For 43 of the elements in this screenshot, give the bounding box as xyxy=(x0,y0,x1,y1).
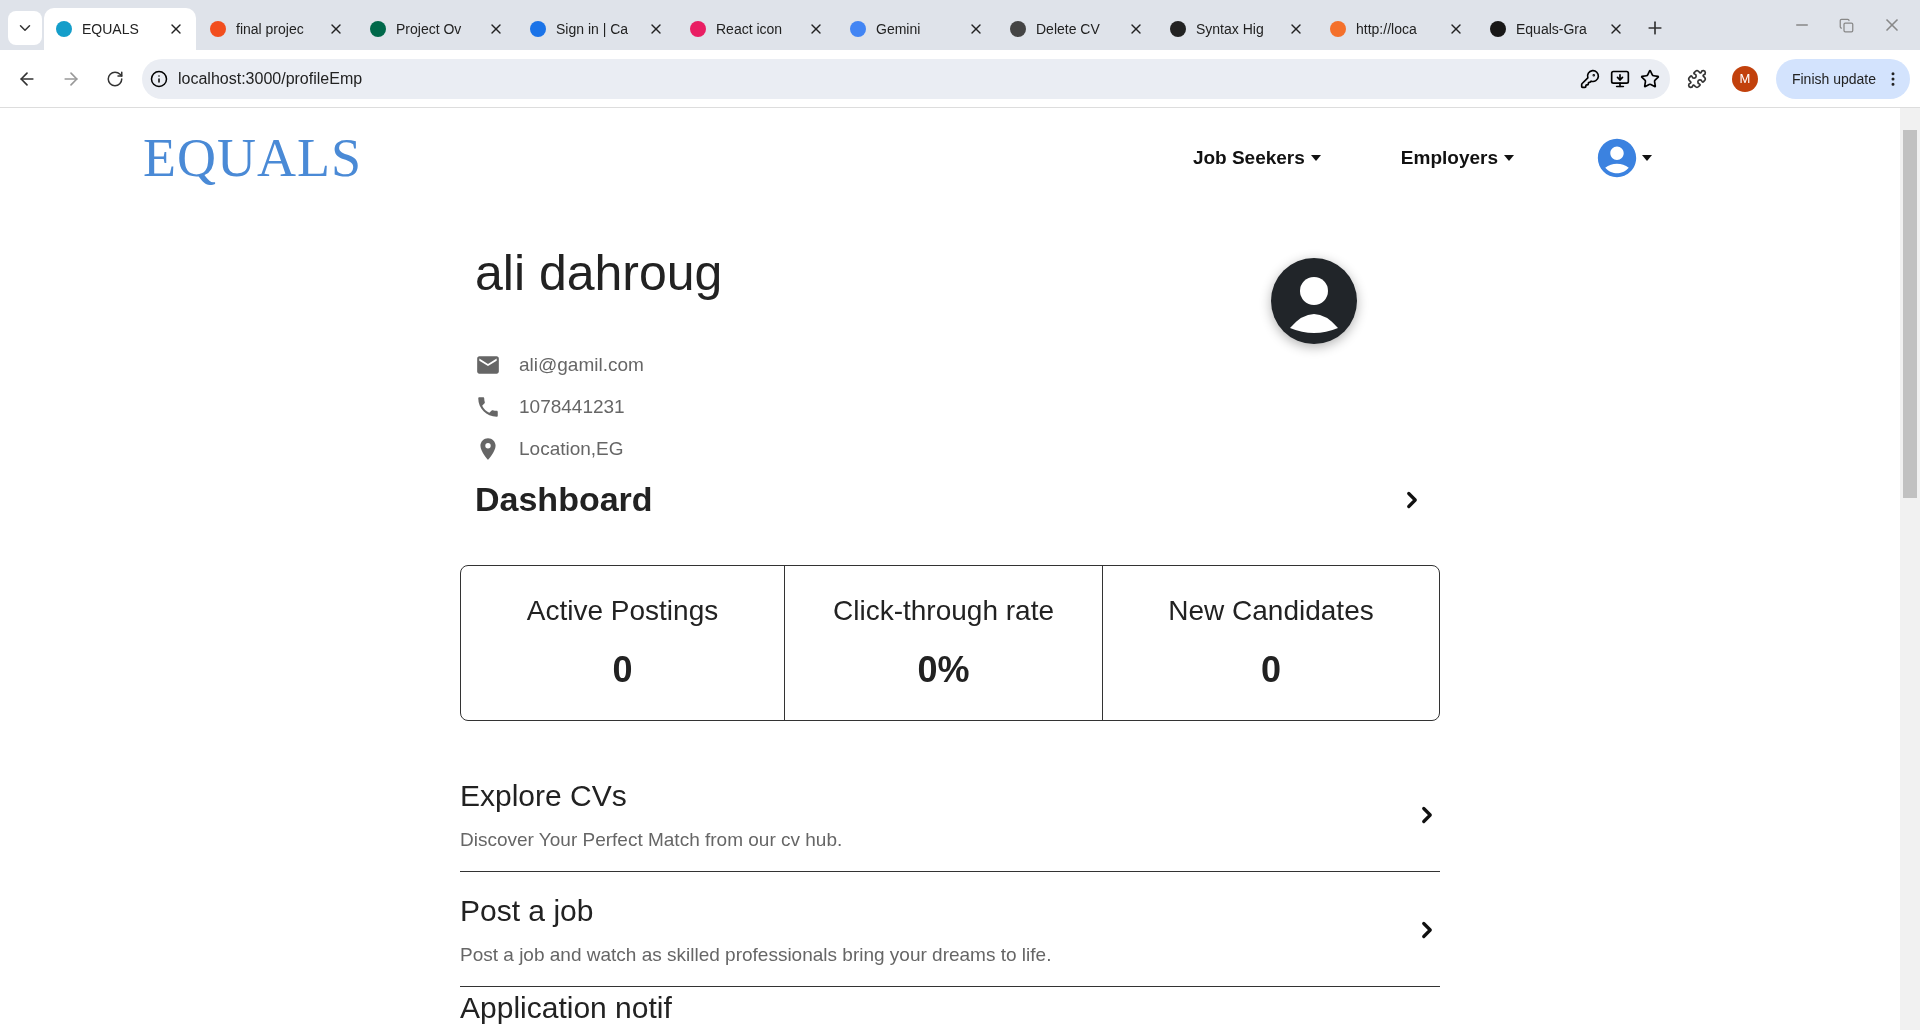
browser-tab[interactable]: Sign in | Ca xyxy=(518,8,676,50)
stat-value: 0 xyxy=(612,649,633,691)
browser-tab[interactable]: React icon xyxy=(678,8,836,50)
stat-value: 0% xyxy=(917,649,970,691)
logo[interactable]: EQUALS xyxy=(143,127,362,189)
stat-label: Click-through rate xyxy=(833,595,1054,627)
browser-tab[interactable]: Gemini xyxy=(838,8,996,50)
action-item[interactable]: Explore CVs Discover Your Perfect Match from our cv hub. xyxy=(460,757,1440,872)
contact-text: Location,EG xyxy=(519,438,624,460)
browser-tab[interactable]: Syntax Hig xyxy=(1158,8,1316,50)
reload-icon[interactable] xyxy=(106,69,124,88)
phone-icon xyxy=(475,394,501,420)
browser-tab[interactable]: final projec xyxy=(198,8,356,50)
key-icon[interactable] xyxy=(1579,68,1600,89)
profile-avatar[interactable]: M xyxy=(1731,65,1758,92)
address-bar[interactable]: localhost:3000/profileEmp xyxy=(142,58,1670,99)
action-description: Post a job and watch as skilled professionals bring your dreams to life. xyxy=(460,944,1052,966)
browser-tab[interactable]: http://loca xyxy=(1318,8,1476,50)
puzzle-icon[interactable] xyxy=(1686,68,1707,89)
stat-label: New Candidates xyxy=(1168,595,1374,627)
action-title: Post a job xyxy=(460,894,595,928)
restore-icon[interactable] xyxy=(1839,17,1854,33)
action-item[interactable]: Post a job Post a job and watch as skilled professionals bring your dreams to life. xyxy=(460,872,1440,987)
stat-value: 0 xyxy=(1261,649,1281,691)
install-icon[interactable] xyxy=(1609,68,1630,89)
dashboard-heading: Dashboard xyxy=(475,480,653,519)
info-icon[interactable] xyxy=(150,69,168,88)
contact-text: ali@gamil.com xyxy=(519,354,644,376)
action-title: Explore CVs xyxy=(460,779,628,813)
bookmark-star-icon[interactable] xyxy=(1639,68,1660,89)
nav-link[interactable]: Employers xyxy=(1400,147,1514,169)
stat-label: Active Postings xyxy=(526,595,719,627)
action-title[interactable]: Application notif xyxy=(460,993,1440,1023)
finish-update-button[interactable]: Finish update xyxy=(1775,58,1910,99)
contact-text: 1078441231 xyxy=(519,396,625,418)
browser-tab[interactable]: Equals-Gra xyxy=(1478,8,1636,50)
browser-tab[interactable]: Delete CV xyxy=(998,8,1156,50)
scrollbar[interactable] xyxy=(1900,108,1920,1030)
browser-tab[interactable]: EQUALS xyxy=(44,8,196,50)
action-description: Discover Your Perfect Match from our cv hub. xyxy=(460,829,843,851)
browser-tab[interactable]: Project Ov xyxy=(358,8,516,50)
profile-name: ali dahroug xyxy=(475,244,723,303)
nav-link[interactable]: Job Seekers xyxy=(1192,147,1321,169)
